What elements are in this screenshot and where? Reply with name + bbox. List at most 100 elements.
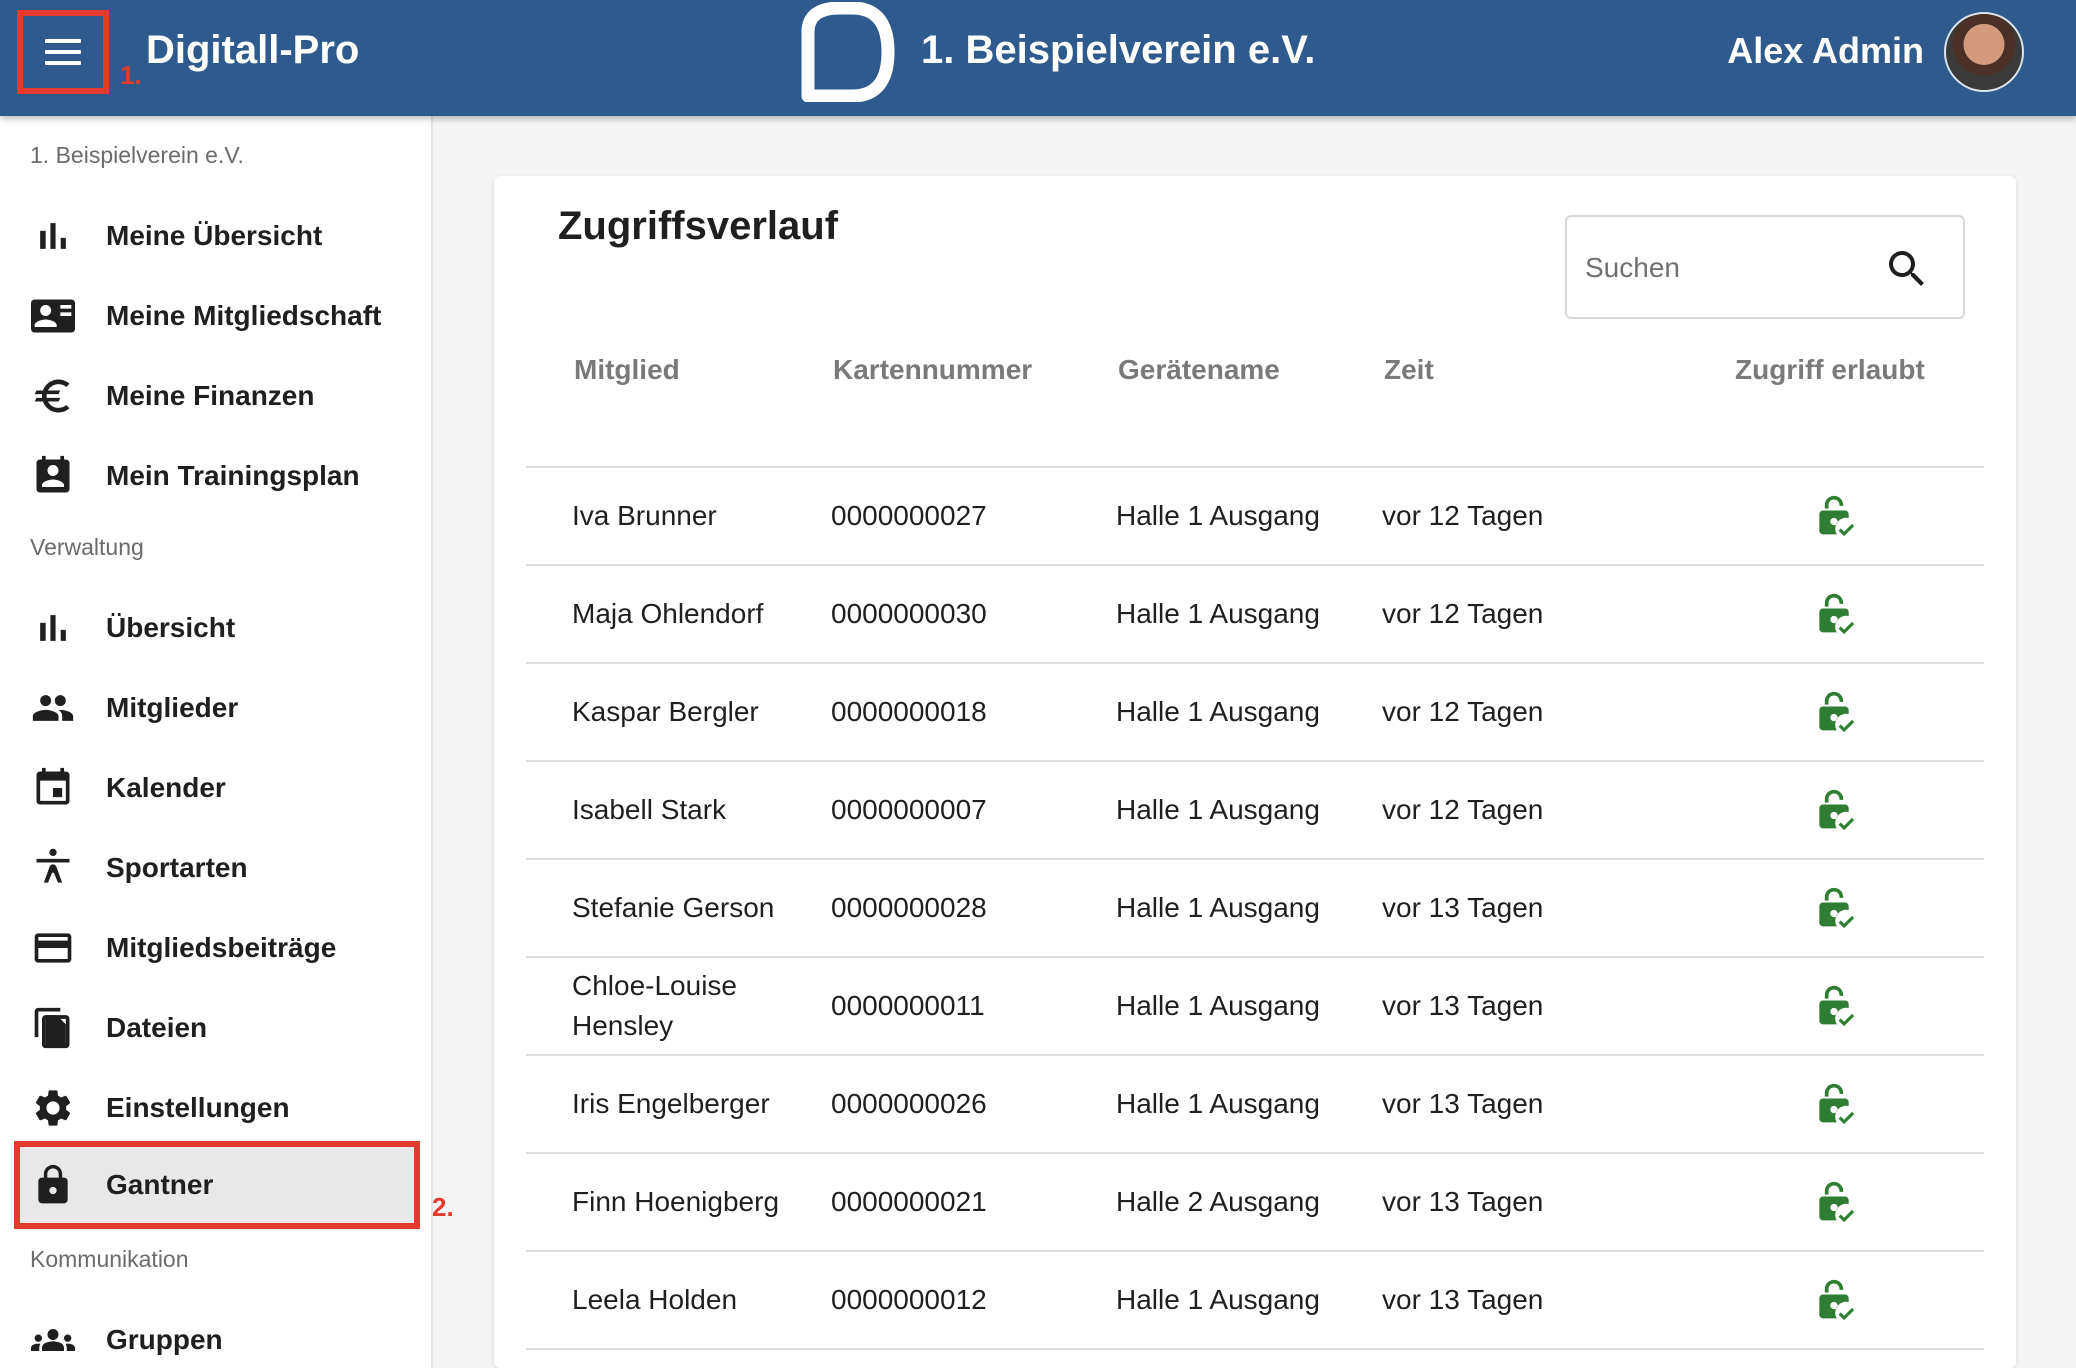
club-logo-icon [801, 2, 895, 102]
gear-icon [28, 1083, 78, 1133]
sidebar-item-meine-mitgliedschaft[interactable]: Meine Mitgliedschaft [14, 276, 420, 356]
sidebar-item-label: Meine Übersicht [106, 220, 323, 251]
access-log-card: Zugriffsverlauf Mitglied Kartennummer Ge… [494, 176, 2016, 1368]
access-granted-icon [1804, 468, 1864, 564]
cell-card-number: 0000000026 [831, 1088, 987, 1119]
sidebar-item-mitgliedsbeitraege[interactable]: Mitgliedsbeiträge [14, 908, 420, 988]
sidebar-item-label: Einstellungen [106, 1092, 290, 1123]
cell-device: Halle 1 Ausgang [1116, 892, 1320, 923]
page-title: Zugriffsverlauf [558, 204, 839, 248]
column-header-zugriff-erlaubt[interactable]: Zugriff erlaubt [1735, 354, 1925, 386]
euro-icon [28, 371, 78, 421]
cell-time: vor 13 Tagen [1382, 990, 1544, 1021]
cell-device: Halle 1 Ausgang [1116, 990, 1320, 1021]
sidebar-section-verwaltung: Verwaltung [30, 534, 144, 560]
cell-card-number: 0000000021 [831, 1186, 987, 1217]
cell-member: Maja Ohlendorf [572, 598, 764, 629]
search-input[interactable] [1585, 243, 1885, 293]
cell-time: vor 12 Tagen [1382, 598, 1544, 629]
table-row[interactable]: Kaspar Bergler 0000000018 Halle 1 Ausgan… [526, 664, 1984, 762]
sidebar-item-label: Mein Trainingsplan [106, 460, 360, 491]
files-icon [28, 1003, 78, 1053]
sidebar-item-meine-finanzen[interactable]: Meine Finanzen [14, 356, 420, 436]
menu-button[interactable] [17, 10, 109, 94]
table-row[interactable]: Iris Engelberger 0000000026 Halle 1 Ausg… [526, 1056, 1984, 1154]
cell-card-number: 0000000028 [831, 892, 987, 923]
cell-time: vor 13 Tagen [1382, 1186, 1544, 1217]
column-header-zeit[interactable]: Zeit [1384, 354, 1434, 386]
cell-member: Stefanie Gerson [572, 892, 775, 923]
access-granted-icon [1804, 762, 1864, 858]
cell-member: Iris Engelberger [572, 1088, 770, 1119]
sidebar: 1. Beispielverein e.V. Meine Übersicht M… [0, 116, 454, 1368]
cell-device: Halle 1 Ausgang [1116, 794, 1320, 825]
sidebar-item-kalender[interactable]: Kalender [14, 748, 420, 828]
sidebar-item-label: Mitgliedsbeiträge [106, 932, 337, 963]
cell-time: vor 12 Tagen [1382, 696, 1544, 727]
sidebar-item-mitglieder[interactable]: Mitglieder [14, 668, 420, 748]
search-icon[interactable] [1883, 245, 1931, 293]
table-row[interactable]: Leela Holden 0000000012 Halle 1 Ausgang … [526, 1252, 1984, 1350]
cell-card-number: 0000000030 [831, 598, 987, 629]
sidebar-item-einstellungen[interactable]: Einstellungen [14, 1068, 420, 1148]
sidebar-item-sportarten[interactable]: Sportarten [14, 828, 420, 908]
column-header-kartennummer[interactable]: Kartennummer [833, 354, 1032, 386]
access-granted-icon [1804, 664, 1864, 760]
cell-member: Iva Brunner [572, 500, 717, 531]
app-header: 1. Digitall-Pro 1. Beispielverein e.V. A… [0, 0, 2076, 116]
cell-card-number: 0000000018 [831, 696, 987, 727]
sidebar-section-kommunikation: Kommunikation [30, 1246, 189, 1272]
cell-device: Halle 1 Ausgang [1116, 696, 1320, 727]
sidebar-item-label: Mitglieder [106, 692, 239, 723]
sidebar-item-gantner[interactable]: Gantner [14, 1141, 420, 1229]
calendar-icon [28, 763, 78, 813]
cell-card-number: 0000000011 [831, 990, 985, 1021]
cell-device: Halle 1 Ausgang [1116, 1284, 1320, 1315]
access-granted-icon [1804, 958, 1864, 1054]
user-name[interactable]: Alex Admin [1727, 30, 1924, 72]
cell-time: vor 13 Tagen [1382, 892, 1544, 923]
sport-icon [28, 843, 78, 893]
cell-member: Leela Holden [572, 1284, 738, 1315]
search-box [1565, 215, 1965, 319]
cell-member: Finn Hoenigberg [572, 1186, 780, 1217]
sidebar-item-label: Dateien [106, 1012, 208, 1043]
annotation-marker-2: 2. [432, 1192, 454, 1222]
cell-card-number: 0000000007 [831, 794, 987, 825]
cell-member: Kaspar Bergler [572, 696, 759, 727]
table-row[interactable]: Finn Hoenigberg 0000000021 Halle 2 Ausga… [526, 1154, 1984, 1252]
people-icon [28, 683, 78, 733]
access-granted-icon [1804, 860, 1864, 956]
sidebar-item-uebersicht[interactable]: Übersicht [14, 588, 420, 668]
groups-icon [28, 1315, 78, 1365]
cell-device: Halle 1 Ausgang [1116, 598, 1320, 629]
calendar-person-icon [28, 451, 78, 501]
cell-member: Chloe-Louise Hensley [572, 970, 737, 1041]
cell-device: Halle 1 Ausgang [1116, 1088, 1320, 1119]
app-brand[interactable]: Digitall-Pro [146, 28, 359, 73]
cell-member: Isabell Stark [572, 794, 727, 825]
table-row[interactable]: Isabell Stark 0000000007 Halle 1 Ausgang… [526, 762, 1984, 860]
sidebar-item-label: Gantner [106, 1169, 214, 1200]
access-granted-icon [1804, 1252, 1864, 1348]
table-row[interactable]: Stefanie Gerson 0000000028 Halle 1 Ausga… [526, 860, 1984, 958]
table-row[interactable]: Iva Brunner 0000000027 Halle 1 Ausgang v… [526, 468, 1984, 566]
id-card-icon [28, 291, 78, 341]
cell-card-number: 0000000012 [831, 1284, 987, 1315]
sidebar-item-label: Gruppen [106, 1324, 223, 1355]
column-header-mitglied[interactable]: Mitglied [574, 354, 680, 386]
cell-device: Halle 2 Ausgang [1116, 1186, 1320, 1217]
lock-icon [28, 1160, 78, 1210]
sidebar-item-label: Übersicht [106, 612, 236, 643]
table-row[interactable]: Chloe-Louise Hensley 0000000011 Halle 1 … [526, 958, 1984, 1056]
sidebar-item-mein-trainingsplan[interactable]: Mein Trainingsplan [14, 436, 420, 516]
hamburger-icon [45, 39, 81, 65]
table-row[interactable]: Maja Ohlendorf 0000000030 Halle 1 Ausgan… [526, 566, 1984, 664]
column-header-geraetename[interactable]: Gerätename [1118, 354, 1280, 386]
avatar[interactable] [1944, 12, 2024, 92]
sidebar-item-dateien[interactable]: Dateien [14, 988, 420, 1068]
sidebar-item-label: Sportarten [106, 852, 248, 883]
sidebar-item-meine-uebersicht[interactable]: Meine Übersicht [14, 196, 420, 276]
sidebar-item-gruppen[interactable]: Gruppen [14, 1300, 420, 1368]
cell-time: vor 13 Tagen [1382, 1284, 1544, 1315]
